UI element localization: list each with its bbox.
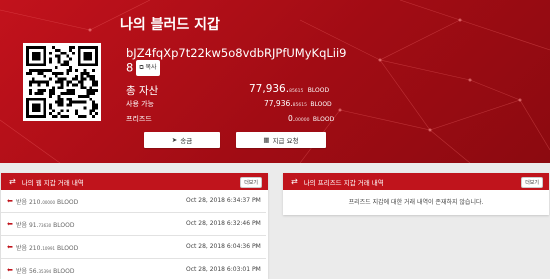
tx-amount-dec: 73630 <box>38 223 52 228</box>
tx-unit: BLOOD <box>56 199 79 206</box>
address-qr-code <box>23 43 101 121</box>
tx-amount: 받음 210.00000 BLOOD <box>16 197 78 206</box>
swap-arrows-icon: ⇄ <box>9 177 16 186</box>
wallet-address: bJZ4fqXp7t22kw5o8vdbRJPfUMyKqLii9 8 ⧉ 복사 <box>126 46 361 76</box>
tx-amount-int: 받음 210. <box>16 245 43 252</box>
tx-unit: BLOOD <box>53 268 75 275</box>
tx-amount-int: 받음 56. <box>16 268 39 275</box>
web-wallet-history-panel: ⇄ 나의 웹 지갑 거래 내역 더보기 ⬅ 받음 210.00000 BLOOD O… <box>1 173 268 279</box>
total-label: 총 자산 <box>126 85 159 97</box>
total-dec: 85615 <box>289 89 304 94</box>
copy-address-button[interactable]: ⧉ 복사 <box>136 60 160 76</box>
address-text: bJZ4fqXp7t22kw5o8vdbRJPfUMyKqLii9 <box>126 46 347 60</box>
chevron-right-icon: › <box>254 218 258 227</box>
arrow-left-icon: ⬅ <box>7 220 13 228</box>
chevron-right-icon: › <box>254 264 258 273</box>
send-button[interactable]: ➤ 송금 <box>144 132 220 148</box>
wallet-hero: 나의 블러드 지갑 bJZ4fqXp7t22kw5o8vdbRJPfUMyKqL… <box>0 0 550 163</box>
frozen-label: 프리즈드 <box>126 115 152 123</box>
chevron-right-icon: › <box>254 241 258 250</box>
send-label: 송금 <box>180 137 193 145</box>
available-int: 77,936. <box>264 99 293 108</box>
frozen-balance-row: 프리즈드 0.00000 BLOOD <box>126 114 336 124</box>
request-label: 지급 요청 <box>272 137 299 145</box>
frozen-unit: BLOOD <box>312 116 335 123</box>
empty-history-message: 프리즈드 지갑에 대한 거래 내역이 존재하지 않습니다. <box>348 199 484 206</box>
frozen-wallet-history-header: ⇄ 나의 프리즈드 지갑 거래 내역 더보기 <box>283 173 549 190</box>
arrow-left-icon: ⬅ <box>7 197 13 205</box>
frozen-value: 0.00000 BLOOD <box>288 114 334 123</box>
paper-plane-icon: ➤ <box>171 136 178 144</box>
panel-title: 나의 웹 지갑 거래 내역 <box>21 178 84 187</box>
available-balance-row: 사용 가능 77,936.85615 BLOOD <box>126 99 336 109</box>
available-label: 사용 가능 <box>126 100 154 108</box>
web-wallet-history-header: ⇄ 나의 웹 지갑 거래 내역 더보기 <box>1 173 268 190</box>
table-row[interactable]: ⬅ 받음 210.10991 BLOOD Oct 28, 2018 6:04:36 … <box>1 236 266 259</box>
tx-amount: 받음 56.35394 BLOOD <box>16 266 74 275</box>
tx-amount-dec: 00000 <box>42 200 56 205</box>
tx-amount: 받음 210.10991 BLOOD <box>16 243 78 252</box>
table-row[interactable]: ⬅ 받음 210.00000 BLOOD Oct 28, 2018 6:34:37 … <box>1 190 266 213</box>
payment-request-button[interactable]: ▦ 지급 요청 <box>236 132 326 148</box>
tx-date: Oct 28, 2018 6:03:01 PM <box>186 266 261 273</box>
tx-amount-dec: 35394 <box>38 269 52 274</box>
tx-amount: 받음 91.73630 BLOOD <box>16 220 74 229</box>
arrow-left-icon: ⬅ <box>7 266 13 274</box>
qr-icon: ▦ <box>263 136 270 144</box>
total-int: 77,936. <box>249 83 290 95</box>
table-row[interactable]: ⬅ 받음 91.73630 BLOOD Oct 28, 2018 6:32:46 P… <box>1 213 266 236</box>
tx-date: Oct 28, 2018 6:34:37 PM <box>186 197 261 204</box>
tx-date: Oct 28, 2018 6:32:46 PM <box>186 220 261 227</box>
tx-amount-int: 받음 91. <box>16 222 39 229</box>
total-unit: BLOOD <box>307 87 330 94</box>
frozen-dec: 00000 <box>295 118 310 123</box>
panel-title: 나의 프리즈드 지갑 거래 내역 <box>303 178 384 187</box>
available-value: 77,936.85615 BLOOD <box>264 99 332 108</box>
more-button[interactable]: 더보기 <box>240 177 262 188</box>
total-balance-row: 총 자산 77,936.85615 BLOOD <box>126 83 336 97</box>
available-unit: BLOOD <box>310 101 332 108</box>
tx-unit: BLOOD <box>53 222 75 229</box>
frozen-wallet-history-panel: ⇄ 나의 프리즈드 지갑 거래 내역 더보기 프리즈드 지갑에 대한 거래 내역… <box>283 173 549 215</box>
copy-label: 복사 <box>145 64 157 71</box>
tx-amount-int: 받음 210. <box>16 199 43 206</box>
table-row[interactable]: ⬅ 받음 56.35394 BLOOD Oct 28, 2018 6:03:01 P… <box>1 259 266 279</box>
address-text-tail: 8 <box>126 60 134 75</box>
swap-arrows-icon: ⇄ <box>291 177 298 186</box>
arrow-left-icon: ⬅ <box>7 243 13 251</box>
wallet-title: 나의 블러드 지갑 <box>120 17 220 33</box>
chevron-right-icon: › <box>254 195 258 204</box>
tx-date: Oct 28, 2018 6:04:36 PM <box>186 243 261 250</box>
tx-unit: BLOOD <box>56 245 79 252</box>
tx-amount-dec: 10991 <box>42 246 56 251</box>
total-value: 77,936.85615 BLOOD <box>249 83 329 95</box>
available-dec: 85615 <box>292 103 307 108</box>
more-button[interactable]: 더보기 <box>521 177 543 188</box>
